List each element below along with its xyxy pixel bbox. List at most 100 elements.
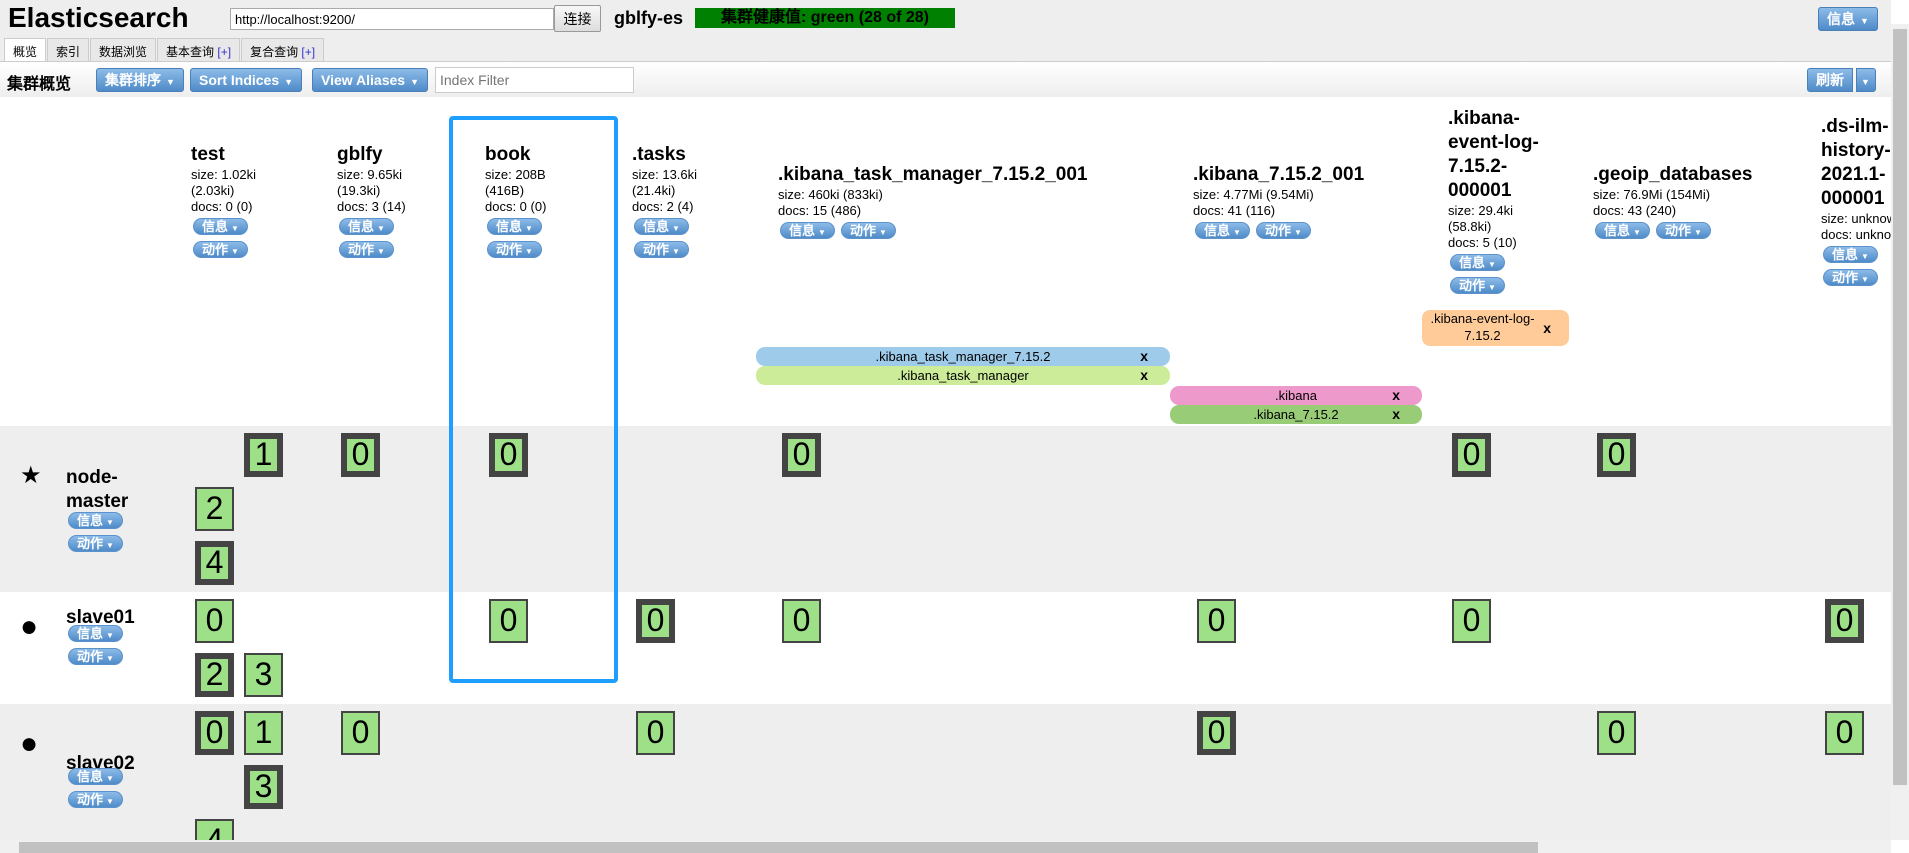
primary-shard[interactable]: 0 <box>1825 599 1864 643</box>
info-button[interactable]: 信息 ▼ <box>634 218 689 235</box>
action-button[interactable]: 动作 ▼ <box>339 241 394 258</box>
refresh-options-button[interactable]: ▼ <box>1856 68 1876 92</box>
replica-shard[interactable]: 0 <box>1825 711 1864 755</box>
index-docs: docs: unknown <box>1821 227 1891 242</box>
tab-4[interactable]: 复合查询 [+] <box>241 38 325 61</box>
replica-shard[interactable]: 1 <box>244 711 283 755</box>
primary-shard[interactable]: 4 <box>195 541 234 585</box>
primary-shard[interactable]: 0 <box>1197 711 1236 755</box>
replica-shard[interactable]: 3 <box>244 653 283 697</box>
action-button[interactable]: 动作 ▼ <box>840 221 896 239</box>
info-button[interactable]: 信息 ▼ <box>193 218 248 235</box>
tab-2[interactable]: 数据浏览 <box>90 38 157 61</box>
info-button[interactable]: 信息 ▼ <box>1450 254 1505 271</box>
action-button[interactable]: 动作 ▼ <box>634 241 689 258</box>
alias-name: .kibana <box>1275 388 1317 403</box>
connect-button[interactable]: 连接 <box>554 5 601 32</box>
index-name[interactable]: .kibana_task_manager_7.15.2_001 <box>778 163 1178 187</box>
label: Sort Indices <box>199 72 280 88</box>
info-button[interactable]: 信息 ▼ <box>339 218 394 235</box>
primary-shard[interactable]: 0 <box>341 433 380 477</box>
alias-badge[interactable]: .kibana_task_manager_7.15.2 x <box>756 347 1170 366</box>
action-button[interactable]: 动作 ▼ <box>1655 221 1711 239</box>
index-actions: 信息▼ 动作▼ <box>1593 219 1853 242</box>
caret-down-icon: ▼ <box>878 227 887 237</box>
action-button[interactable]: 动作 ▼ <box>193 241 248 258</box>
primary-shard[interactable]: 0 <box>1597 433 1636 477</box>
index-name[interactable]: .tasks <box>632 143 727 167</box>
primary-shard[interactable]: 0 <box>782 433 821 477</box>
view-aliases-button[interactable]: View Aliases ▼ <box>312 68 428 92</box>
remove-alias-button[interactable]: x <box>1140 366 1148 385</box>
action-button[interactable]: 动作 ▼ <box>68 791 123 808</box>
index-header: .ds-ilm-history-2021.1-000001 size: unkno… <box>1821 97 1891 307</box>
primary-shard[interactable]: 3 <box>244 765 283 809</box>
alias-badge[interactable]: .kibana-event-log-7.15.2 x <box>1422 310 1569 346</box>
sort-cluster-button[interactable]: 集群排序 ▼ <box>96 68 184 92</box>
info-button[interactable]: 信息 ▼ <box>1195 221 1250 239</box>
info-menu-button[interactable]: 信息 ▼ <box>1818 7 1878 31</box>
info-button[interactable]: 信息 ▼ <box>68 625 123 642</box>
tab-3[interactable]: 基本查询 [+] <box>157 38 241 61</box>
action-button[interactable]: 动作 ▼ <box>68 648 123 665</box>
action-button[interactable]: 动作 ▼ <box>1450 277 1505 294</box>
index-name[interactable]: .kibana-event-log-7.15.2-000001 <box>1448 107 1540 203</box>
index-actions: 信息▼ 动作▼ <box>1193 219 1443 242</box>
refresh-button[interactable]: 刷新 <box>1807 68 1853 92</box>
caret-down-icon: ▼ <box>231 224 239 233</box>
info-button[interactable]: 信息 ▼ <box>68 768 123 785</box>
tab-1[interactable]: 索引 <box>47 38 90 61</box>
primary-shard[interactable]: 2 <box>195 653 234 697</box>
action-button[interactable]: 动作 ▼ <box>1823 269 1878 286</box>
replica-shard[interactable]: 4 <box>195 819 234 840</box>
replica-shard[interactable]: 0 <box>636 711 675 755</box>
sort-indices-button[interactable]: Sort Indices ▼ <box>190 68 303 92</box>
index-docs: docs: 5 (10) <box>1448 235 1517 250</box>
node-name[interactable]: node-master <box>66 466 136 514</box>
alias-badge[interactable]: .kibana x <box>1170 386 1422 405</box>
index-name[interactable]: .geoip_databases <box>1593 163 1853 187</box>
index-docs: docs: 43 (240) <box>1593 202 1677 218</box>
horizontal-scrollbar-thumb[interactable] <box>19 842 1538 853</box>
index-name[interactable]: .ds-ilm-history-2021.1-000001 <box>1821 115 1891 211</box>
action-label: 动作 <box>77 792 104 807</box>
replica-shard[interactable]: 2 <box>195 487 234 531</box>
index-docs: docs: 2 (4) <box>632 199 694 214</box>
index-name[interactable]: test <box>191 143 286 167</box>
tab-label: 概览 <box>13 45 38 59</box>
info-label: 信息 <box>77 769 104 784</box>
action-button[interactable]: 动作 ▼ <box>1255 221 1311 239</box>
replica-shard[interactable]: 0 <box>1452 599 1491 643</box>
primary-shard[interactable]: 0 <box>195 711 234 755</box>
replica-shard[interactable]: 0 <box>782 599 821 643</box>
primary-shard[interactable]: 0 <box>1452 433 1491 477</box>
action-button[interactable]: 动作 ▼ <box>68 535 123 552</box>
index-name[interactable]: gblfy <box>337 143 432 167</box>
cluster-url-input[interactable] <box>230 8 554 30</box>
tab-label: 复合查询 <box>250 45 302 59</box>
primary-shard[interactable]: 1 <box>244 433 283 477</box>
replica-shard[interactable]: 0 <box>1597 711 1636 755</box>
info-button[interactable]: 信息 ▼ <box>1823 246 1878 263</box>
cluster-name: gblfy-es <box>614 8 684 28</box>
caret-down-icon: ▼ <box>106 541 114 550</box>
index-filter-input[interactable] <box>435 67 634 93</box>
caret-down-icon: ▼ <box>410 77 419 87</box>
primary-shard[interactable]: 0 <box>636 599 675 643</box>
alias-badge[interactable]: .kibana_task_manager x <box>756 366 1170 385</box>
remove-alias-button[interactable]: x <box>1140 347 1148 366</box>
index-name[interactable]: .kibana_7.15.2_001 <box>1193 163 1443 187</box>
remove-alias-button[interactable]: x <box>1392 405 1400 424</box>
info-button[interactable]: 信息 ▼ <box>68 512 123 529</box>
replica-shard[interactable]: 0 <box>1197 599 1236 643</box>
info-button[interactable]: 信息 ▼ <box>780 221 835 239</box>
vertical-scrollbar-thumb[interactable] <box>1893 29 1907 785</box>
replica-shard[interactable]: 0 <box>195 599 234 643</box>
info-button[interactable]: 信息 ▼ <box>1595 221 1650 239</box>
remove-alias-button[interactable]: x <box>1392 386 1400 405</box>
alias-badge[interactable]: .kibana_7.15.2 x <box>1170 405 1422 424</box>
remove-alias-button[interactable]: x <box>1543 320 1551 337</box>
circle-icon: ● <box>20 610 39 643</box>
tab-0[interactable]: 概览 <box>4 38 47 62</box>
replica-shard[interactable]: 0 <box>341 711 380 755</box>
